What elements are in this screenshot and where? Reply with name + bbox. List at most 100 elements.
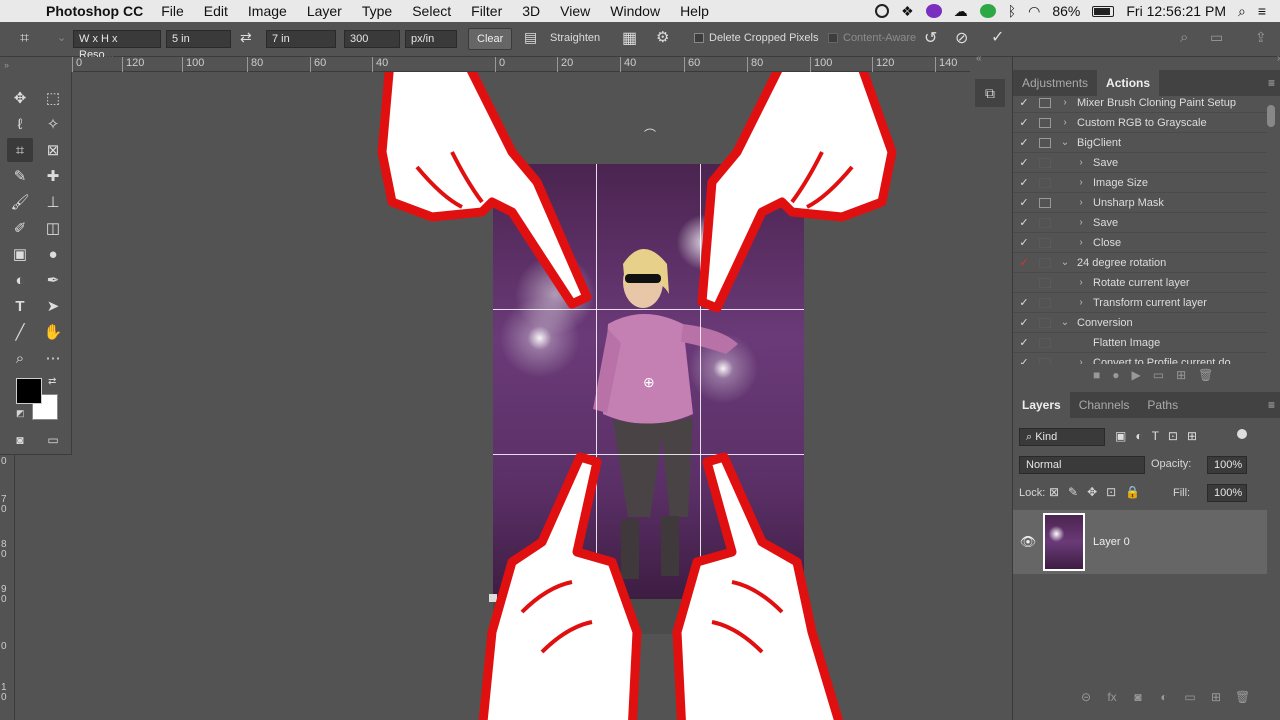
- chevron-right-icon[interactable]: ›: [1057, 117, 1073, 128]
- new-action-icon[interactable]: ⊞: [1176, 368, 1186, 386]
- chevron-down-icon[interactable]: ⌄: [1057, 137, 1073, 148]
- dialog-toggle-icon[interactable]: [1039, 97, 1051, 108]
- eyedropper-icon[interactable]: ✎: [7, 164, 33, 188]
- visibility-eye-icon[interactable]: 👁: [1013, 534, 1043, 550]
- play-icon[interactable]: ▶: [1132, 368, 1141, 386]
- dialog-toggle-icon[interactable]: [1039, 137, 1051, 148]
- action-toggle-checkbox[interactable]: ✓: [1013, 156, 1035, 169]
- chevron-right-icon[interactable]: ›: [1073, 177, 1089, 188]
- menu-image[interactable]: Image: [238, 3, 297, 19]
- chevron-right-icon[interactable]: ›: [1073, 157, 1089, 168]
- dialog-toggle-icon[interactable]: [1039, 117, 1051, 128]
- battery-percent[interactable]: 86%: [1052, 3, 1080, 19]
- layer-filter-icons[interactable]: ▣◐T⊡⊞: [1115, 429, 1206, 443]
- record-icon[interactable]: [875, 4, 890, 18]
- vertical-ruler[interactable]: 0 7 0 8 0 9 0 0 1 0: [0, 455, 15, 720]
- cancel-crop-icon[interactable]: ⊘: [955, 28, 968, 48]
- link-icon[interactable]: ⊝: [1079, 690, 1093, 704]
- action-item[interactable]: › Rotate current layer: [1013, 273, 1267, 293]
- action-toggle-checkbox[interactable]: ✓: [1013, 236, 1035, 249]
- action-toggle-checkbox[interactable]: ✓: [1013, 176, 1035, 189]
- creative-cloud-icon[interactable]: ☁: [954, 3, 968, 20]
- layers-menu-icon[interactable]: ≡: [1268, 398, 1275, 412]
- menu-type[interactable]: Type: [352, 3, 402, 19]
- dropbox-icon[interactable]: ❖: [901, 3, 914, 20]
- layer-row[interactable]: 👁 Layer 0: [1013, 510, 1267, 574]
- clear-button[interactable]: Clear: [468, 28, 513, 50]
- app-menu[interactable]: Photoshop CC: [40, 3, 151, 19]
- delete-cropped-checkbox[interactable]: Delete Cropped Pixels: [694, 32, 818, 44]
- trash-icon[interactable]: 🗑: [1198, 368, 1213, 386]
- tab-layers[interactable]: Layers: [1013, 392, 1070, 418]
- dialog-toggle-icon[interactable]: [1039, 157, 1051, 168]
- group-folder-icon[interactable]: ▭: [1183, 690, 1197, 704]
- resolution-unit-select[interactable]: px/in: [405, 30, 457, 48]
- delete-layer-icon[interactable]: 🗑: [1235, 690, 1250, 704]
- menu-file[interactable]: File: [151, 3, 194, 19]
- tab-actions[interactable]: Actions: [1097, 70, 1160, 96]
- action-toggle-checkbox[interactable]: ✓: [1013, 336, 1035, 349]
- chevron-down-icon[interactable]: ⌄: [1057, 257, 1073, 268]
- action-toggle-checkbox[interactable]: ✓: [1013, 356, 1035, 364]
- action-item[interactable]: ✓ › Mixer Brush Cloning Paint Setup: [1013, 96, 1267, 113]
- overlay-grid-icon[interactable]: ▦: [622, 28, 637, 48]
- chevron-right-icon[interactable]: ›: [1073, 277, 1089, 288]
- dialog-toggle-icon[interactable]: [1039, 237, 1051, 248]
- path-selection-icon[interactable]: ➤: [40, 294, 66, 318]
- menu-filter[interactable]: Filter: [461, 3, 512, 19]
- chevron-right-icon[interactable]: ›: [1073, 297, 1089, 308]
- search-icon[interactable]: ⌕: [1180, 29, 1188, 46]
- action-toggle-checkbox[interactable]: ✓: [1013, 116, 1035, 129]
- straighten-icon[interactable]: ▤: [524, 29, 537, 46]
- action-item[interactable]: ✓ ⌄ BigClient: [1013, 133, 1267, 153]
- panel-collapse-icon[interactable]: »: [4, 60, 9, 70]
- foreground-color-swatch[interactable]: [16, 378, 42, 404]
- menu-edit[interactable]: Edit: [194, 3, 238, 19]
- crop-ratio-preset[interactable]: W x H x Reso...: [73, 30, 161, 61]
- menu-3d[interactable]: 3D: [512, 3, 550, 19]
- folder-icon[interactable]: ▭: [1153, 368, 1164, 386]
- preset-arrow-icon[interactable]: ⌄: [57, 31, 66, 44]
- history-panel-icon[interactable]: ⧉: [975, 79, 1005, 107]
- history-brush-icon[interactable]: ✐: [7, 216, 33, 240]
- action-toggle-checkbox[interactable]: ✓: [1013, 256, 1035, 269]
- chevron-down-icon[interactable]: ⌄: [1057, 317, 1073, 328]
- clock[interactable]: Fri 12:56:21 PM: [1126, 3, 1226, 19]
- hand-tool-icon[interactable]: ✋: [40, 320, 66, 344]
- action-toggle-checkbox[interactable]: ✓: [1013, 136, 1035, 149]
- default-colors-icon[interactable]: ◩: [16, 408, 25, 419]
- magic-wand-icon[interactable]: ✧: [40, 112, 66, 136]
- swap-dimensions-icon[interactable]: ⇄: [240, 29, 252, 46]
- blur-tool-icon[interactable]: ●: [40, 242, 66, 266]
- healing-brush-icon[interactable]: ✚: [40, 164, 66, 188]
- crop-tool-icon[interactable]: ⌗: [7, 138, 33, 162]
- action-item[interactable]: ✓ › Close: [1013, 233, 1267, 253]
- dialog-toggle-icon[interactable]: [1039, 197, 1051, 208]
- panel-menu-icon[interactable]: ≡: [1268, 76, 1275, 90]
- action-item[interactable]: ✓ › Unsharp Mask: [1013, 193, 1267, 213]
- frame-tool-icon[interactable]: ⊠: [40, 138, 66, 162]
- action-toggle-checkbox[interactable]: ✓: [1013, 216, 1035, 229]
- crop-width-field[interactable]: 5 in: [166, 30, 231, 48]
- workspace-icon[interactable]: ▭: [1210, 29, 1223, 46]
- action-item[interactable]: ✓ › Custom RGB to Grayscale: [1013, 113, 1267, 133]
- filter-toggle-icon[interactable]: [1237, 429, 1247, 439]
- fill-field[interactable]: 100%: [1207, 484, 1247, 502]
- line-tool-icon[interactable]: ╱: [7, 320, 33, 344]
- action-toggle-checkbox[interactable]: ✓: [1013, 296, 1035, 309]
- crop-height-field[interactable]: 7 in: [266, 30, 336, 48]
- wifi-icon[interactable]: ◠: [1028, 3, 1040, 20]
- move-tool-icon[interactable]: ✥: [7, 86, 33, 110]
- action-item[interactable]: ✓ › Image Size: [1013, 173, 1267, 193]
- reset-icon[interactable]: ↺: [924, 28, 937, 48]
- dialog-toggle-icon[interactable]: [1039, 277, 1051, 288]
- menu-view[interactable]: View: [550, 3, 600, 19]
- gear-icon[interactable]: ⚙: [656, 28, 669, 46]
- chevron-right-icon[interactable]: ›: [1073, 357, 1089, 364]
- marquee-tool-icon[interactable]: ⬚: [40, 86, 66, 110]
- action-toggle-checkbox[interactable]: ✓: [1013, 96, 1035, 109]
- swap-colors-icon[interactable]: ⇄: [48, 376, 56, 387]
- dialog-toggle-icon[interactable]: [1039, 297, 1051, 308]
- menu-select[interactable]: Select: [402, 3, 461, 19]
- menu-layer[interactable]: Layer: [297, 3, 352, 19]
